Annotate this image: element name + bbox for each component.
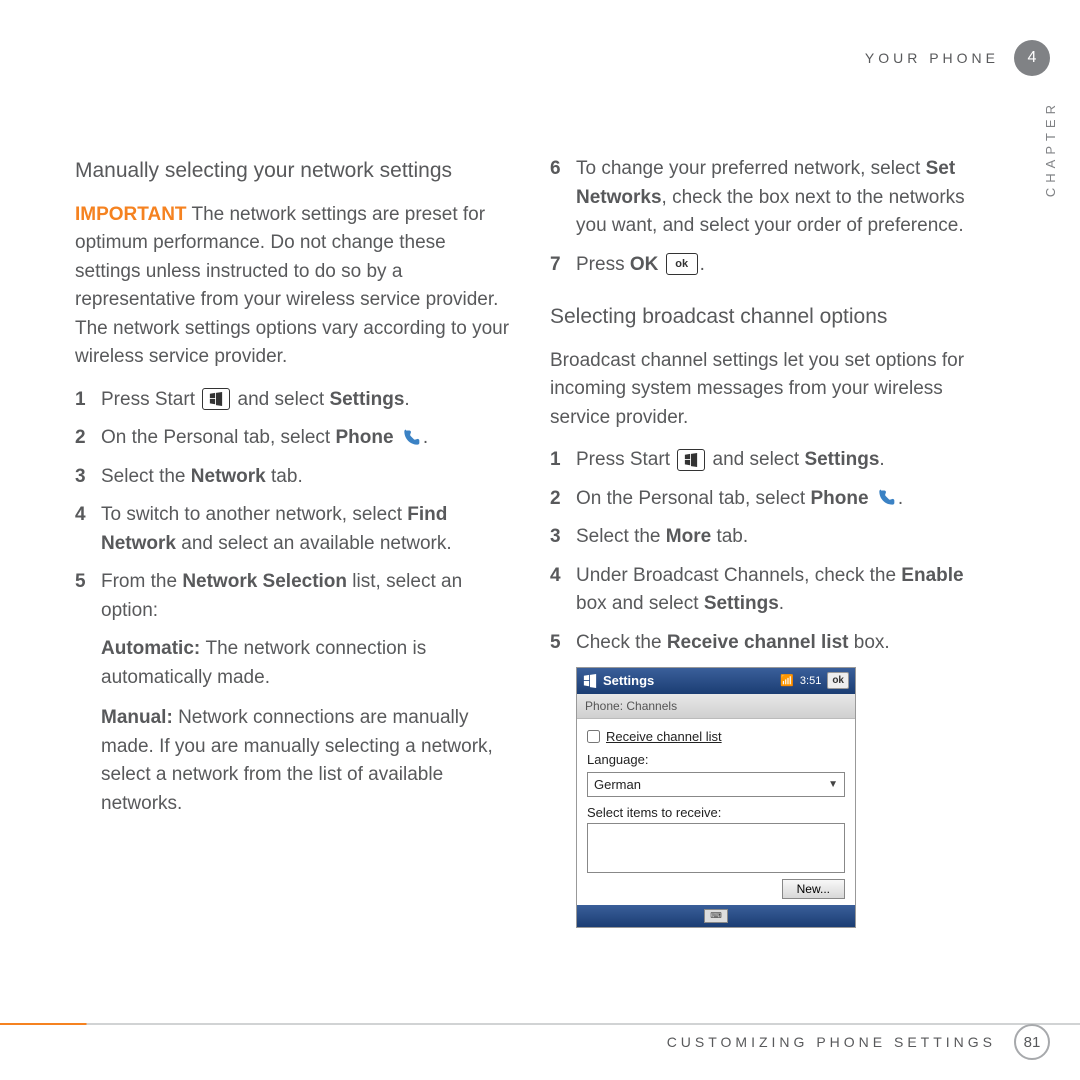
step-text: Press OK ok. — [576, 251, 985, 280]
important-note: IMPORTANT The network settings are prese… — [75, 201, 510, 372]
phone-icon — [401, 428, 421, 448]
option-label: Manual: — [101, 707, 178, 728]
phone-icon — [876, 488, 896, 508]
b-step-5: 5 Check the Receive channel list box. — [550, 629, 985, 658]
chapter-vertical-label: CHAPTER — [1043, 100, 1058, 197]
step-text: Press Start and select Settings. — [101, 386, 510, 415]
step-number: 4 — [75, 501, 101, 558]
receive-channel-row: Receive channel list — [587, 727, 845, 747]
section-heading-network: Manually selecting your network settings — [75, 155, 510, 187]
chapter-number-badge: 4 — [1014, 40, 1050, 76]
step-text: To switch to another network, select Fin… — [101, 501, 510, 558]
step-4: 4 To switch to another network, select F… — [75, 501, 510, 558]
step-5: 5 From the Network Selection list, selec… — [75, 568, 510, 625]
section-heading-broadcast: Selecting broadcast channel options — [550, 301, 985, 333]
language-value: German — [594, 775, 641, 795]
step-6: 6 To change your preferred network, sele… — [550, 155, 985, 241]
step-number: 2 — [75, 424, 101, 453]
signal-icon: 📶 — [780, 673, 794, 690]
device-screenshot: Settings 📶 3:51 ok Phone: Channels Recei… — [576, 667, 856, 928]
left-column: Manually selecting your network settings… — [75, 155, 510, 928]
important-label: IMPORTANT — [75, 204, 187, 225]
step-1: 1 Press Start and select Settings. — [75, 386, 510, 415]
step-number: 3 — [550, 523, 576, 552]
select-items-label: Select items to receive: — [587, 803, 845, 823]
chevron-down-icon: ▼ — [828, 777, 838, 792]
receive-channel-checkbox[interactable] — [587, 730, 600, 743]
step-text: On the Personal tab, select Phone . — [576, 485, 985, 514]
step-text: Select the More tab. — [576, 523, 985, 552]
page-number-badge: 81 — [1014, 1024, 1050, 1060]
shot-body: Receive channel list Language: German ▼ … — [577, 719, 855, 905]
step-text: Under Broadcast Channels, check the Enab… — [576, 562, 985, 619]
step-number: 4 — [550, 562, 576, 619]
shot-bottombar: ⌨ — [577, 905, 855, 927]
b-step-1: 1 Press Start and select Settings. — [550, 446, 985, 475]
footer-section-title: CUSTOMIZING PHONE SETTINGS — [667, 1034, 996, 1050]
shot-time: 3:51 — [800, 673, 821, 690]
new-button[interactable]: New... — [782, 879, 845, 899]
step-number: 1 — [75, 386, 101, 415]
b-step-3: 3 Select the More tab. — [550, 523, 985, 552]
broadcast-steps: 1 Press Start and select Settings. 2 On … — [550, 446, 985, 657]
step-number: 7 — [550, 251, 576, 280]
step-text: Check the Receive channel list box. — [576, 629, 985, 658]
step-text: Press Start and select Settings. — [576, 446, 985, 475]
broadcast-intro: Broadcast channel settings let you set o… — [550, 347, 985, 433]
shot-ok-button[interactable]: ok — [827, 672, 849, 689]
option-label: Automatic: — [101, 638, 206, 659]
items-listbox[interactable] — [587, 823, 845, 873]
step-3: 3 Select the Network tab. — [75, 463, 510, 492]
option-manual: Manual: Network connections are manually… — [101, 704, 510, 818]
page-footer: CUSTOMIZING PHONE SETTINGS 81 — [667, 1024, 1050, 1060]
step-number: 5 — [550, 629, 576, 658]
step-text: From the Network Selection list, select … — [101, 568, 510, 625]
shot-title: Settings — [603, 671, 654, 691]
start-icon — [202, 388, 230, 410]
step-text: On the Personal tab, select Phone . — [101, 424, 510, 453]
shot-inner: Phone: Channels Receive channel list Lan… — [577, 694, 855, 927]
receive-channel-label: Receive channel list — [606, 727, 722, 747]
step-text: Select the Network tab. — [101, 463, 510, 492]
b-step-2: 2 On the Personal tab, select Phone . — [550, 485, 985, 514]
step-text: To change your preferred network, select… — [576, 155, 985, 241]
option-automatic: Automatic: The network connection is aut… — [101, 635, 510, 692]
start-icon — [677, 449, 705, 471]
page-header: YOUR PHONE 4 — [865, 40, 1080, 76]
step-number: 3 — [75, 463, 101, 492]
start-icon — [583, 674, 597, 688]
header-section-title: YOUR PHONE — [865, 50, 999, 66]
shot-status-icons: 📶 3:51 ok — [780, 672, 849, 689]
network-steps-cont: 6 To change your preferred network, sele… — [550, 155, 985, 279]
language-dropdown[interactable]: German ▼ — [587, 772, 845, 798]
step-number: 6 — [550, 155, 576, 241]
step-2: 2 On the Personal tab, select Phone . — [75, 424, 510, 453]
ok-button-icon: ok — [666, 253, 698, 275]
network-steps: 1 Press Start and select Settings. 2 On … — [75, 386, 510, 626]
b-step-4: 4 Under Broadcast Channels, check the En… — [550, 562, 985, 619]
step-number: 5 — [75, 568, 101, 625]
right-column: 6 To change your preferred network, sele… — [550, 155, 985, 928]
language-label: Language: — [587, 750, 845, 770]
step-number: 1 — [550, 446, 576, 475]
shot-subheader: Phone: Channels — [577, 694, 855, 719]
step-number: 2 — [550, 485, 576, 514]
step-7: 7 Press OK ok. — [550, 251, 985, 280]
shot-titlebar: Settings 📶 3:51 ok — [577, 668, 855, 694]
main-content: Manually selecting your network settings… — [75, 155, 985, 928]
important-text: The network settings are preset for opti… — [75, 204, 509, 368]
keyboard-icon[interactable]: ⌨ — [704, 909, 728, 923]
